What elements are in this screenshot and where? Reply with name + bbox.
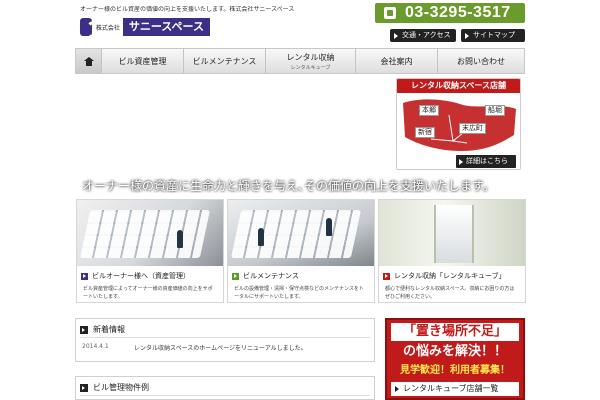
phone-banner[interactable]: 03-3295-3517 xyxy=(375,3,525,23)
card-description: ビルの設備管理・清掃・保守点検などのメンテナンスをトータルにサポートいたします。 xyxy=(234,286,364,300)
property-examples-section: ビル管理物件例 xyxy=(75,376,375,400)
card-title: ビルメンテナンス xyxy=(243,272,299,280)
page: オーナー様のビル資産の価値の向上を支援いたします。株式会社サニースペース 株式会… xyxy=(0,0,600,400)
nav-item-building-maintenance[interactable]: ビルメンテナンス xyxy=(184,49,266,73)
map-label-funabori[interactable]: 船堀 xyxy=(485,105,505,116)
hero-copy: オーナー様の資産に生命力と輝きを与え､その価値の向上を支援いたします。 xyxy=(82,179,495,193)
keyboard-photo xyxy=(228,200,374,266)
nav-item-asset-management[interactable]: ビル資産管理 xyxy=(102,49,184,73)
nav-item-label: ビルメンテナンス xyxy=(192,56,257,66)
map-label-shinjuku[interactable]: 新宿 xyxy=(415,127,435,138)
map-detail-button[interactable]: 詳細はこちら xyxy=(456,155,516,168)
store-list-button[interactable]: レンタルキューブ店舗一覧 xyxy=(391,382,519,396)
news-item[interactable]: 2014.4.1 レンタル収納スペースのホームページをリニューアルしました。 xyxy=(82,343,368,352)
nav-item-rental-storage[interactable]: レンタル収納 レンタルキューブ xyxy=(266,49,356,73)
card-description: 都心で便利なレンタル収納スペース。収納にお困りの方はぜひご利用ください。 xyxy=(385,286,515,300)
map-label-hongo[interactable]: 本郷 xyxy=(419,105,439,116)
nav-item-label: 会社案内 xyxy=(380,56,413,66)
examples-title: ビル管理物件例 xyxy=(93,383,149,392)
phone-icon xyxy=(381,5,399,21)
site-logo[interactable]: 株式会社 サニースペース xyxy=(80,17,210,39)
global-nav: ビル資産管理 ビルメンテナンス レンタル収納 レンタルキューブ 会社案内 お問い… xyxy=(75,48,525,74)
arrow-icon xyxy=(232,272,239,280)
news-date: 2014.4.1 xyxy=(82,343,109,350)
map-label-suehirocho[interactable]: 末広町 xyxy=(459,123,486,134)
phone-number: 03-3295-3517 xyxy=(405,4,511,21)
arrow-icon xyxy=(383,272,390,280)
card-title: ビルオーナー様へ（資産管理） xyxy=(92,272,190,280)
service-card-asset[interactable]: ビルオーナー様へ（資産管理） ビル資産管理によってオーナー様の資産価値の向上をサ… xyxy=(76,199,224,303)
storage-corridor-photo xyxy=(379,200,525,266)
nav-item-contact[interactable]: お問い合わせ xyxy=(438,49,524,73)
logo-name: サニースペース xyxy=(122,18,210,36)
site-tagline: オーナー様のビル資産の価値の向上を支援いたします。株式会社サニースペース xyxy=(80,6,295,13)
service-card-rental[interactable]: レンタル収納「レンタルキューブ」 都心で便利なレンタル収納スペース。収納にお困り… xyxy=(378,199,526,303)
rental-store-map[interactable]: レンタル収納スペース店舗 本郷 船堀 新宿 末広町 詳細はこちら xyxy=(396,78,521,170)
news-text[interactable]: レンタル収納スペースのホームページをリニューアルしました。 xyxy=(134,343,364,352)
nav-item-company[interactable]: 会社案内 xyxy=(356,49,438,73)
nav-item-label: ビル資産管理 xyxy=(118,56,167,66)
banner-headline: 「置き場所不足」 xyxy=(391,323,519,341)
nav-item-label: レンタル収納 xyxy=(286,52,335,62)
home-icon xyxy=(83,56,94,66)
card-title: レンタル収納「レンタルキューブ」 xyxy=(394,272,506,280)
access-link-button[interactable]: 交通・アクセス xyxy=(390,29,456,42)
calculator-photo xyxy=(77,200,223,266)
news-section: 新着情報 2014.4.1 レンタル収納スペースのホームページをリニューアルしま… xyxy=(75,318,375,362)
banner-subheadline: の悩みを解決！！ xyxy=(402,344,507,359)
logo-mark-icon xyxy=(80,18,110,39)
sitemap-link-button[interactable]: サイトマップ xyxy=(461,29,525,42)
hero-sun-image xyxy=(180,96,330,186)
nav-item-sublabel: レンタルキューブ xyxy=(290,64,331,71)
service-card-maintenance[interactable]: ビルメンテナンス ビルの設備管理・清掃・保守点検などのメンテナンスをトータルにサ… xyxy=(227,199,375,303)
arrow-icon xyxy=(80,325,88,334)
news-title: 新着情報 xyxy=(93,325,125,334)
banner-tagline: 見学歓迎！利用者募集！ xyxy=(400,365,510,376)
rental-cube-banner[interactable]: 「置き場所不足」 の悩みを解決！！ 見学歓迎！利用者募集！ レンタルキューブ店舗… xyxy=(385,318,525,400)
nav-home[interactable] xyxy=(76,49,102,73)
map-title: レンタル収納スペース店舗 xyxy=(397,79,520,93)
card-description: ビル資産管理によってオーナー様の資産価値の向上をサポートいたします。 xyxy=(83,286,213,300)
arrow-icon xyxy=(81,272,88,280)
arrow-icon xyxy=(80,383,88,392)
nav-item-label: お問い合わせ xyxy=(457,56,505,66)
